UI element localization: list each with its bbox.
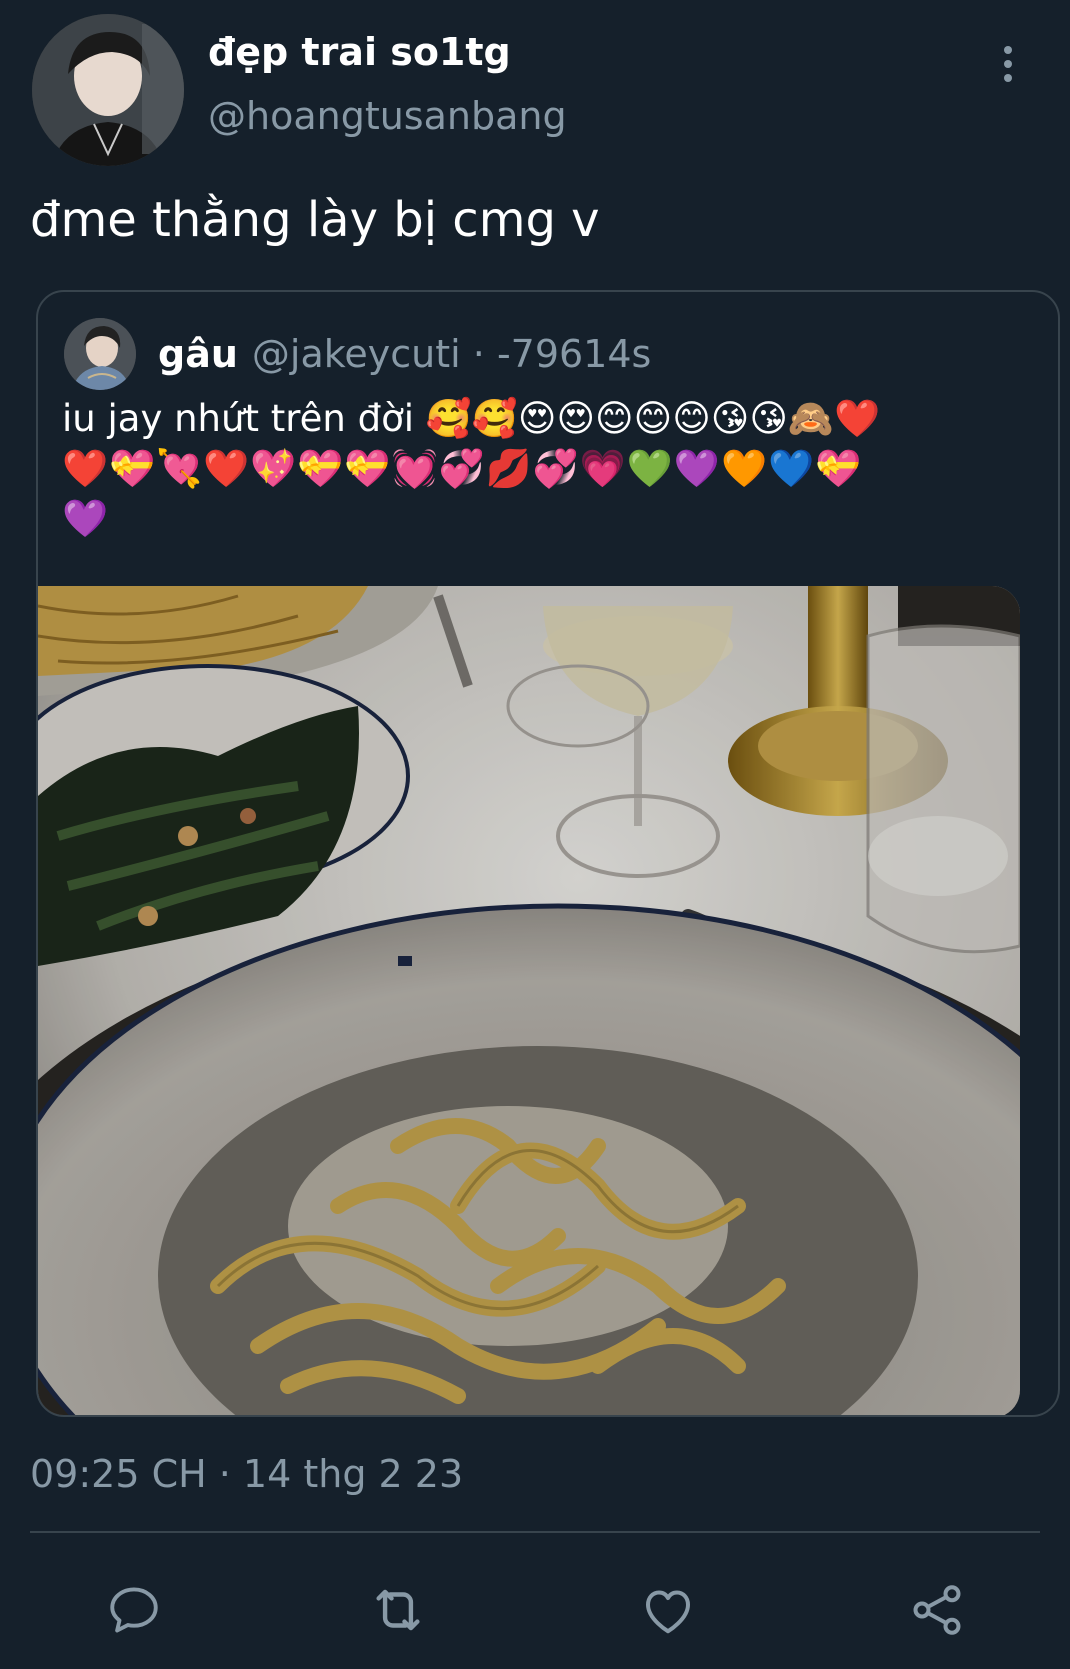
quoted-text-line-1: iu jay nhứt trên đời 🥰🥰😍😍😊😊😊😘😘🙈❤️ — [62, 397, 881, 440]
reply-icon — [110, 1587, 158, 1633]
heart-icon — [646, 1590, 690, 1634]
more-vertical-icon-dot — [1004, 60, 1012, 68]
quoted-tweet-header: gâu @jakeycuti · -79614s — [158, 332, 651, 376]
more-options-button[interactable] — [990, 40, 1026, 88]
quoted-avatar-image — [64, 318, 136, 390]
quoted-text-line-3: 💜 — [62, 497, 110, 540]
tweet-header: đẹp trai so1tg @hoangtusanbang — [0, 0, 1070, 180]
author-handle[interactable]: @hoangtusanbang — [208, 94, 567, 138]
quoted-text-line-2: ❤️💝💘❤️💖💝💝💓💞💋💞💗💚💜🧡💙💝 — [62, 447, 863, 490]
like-button[interactable] — [636, 1578, 700, 1642]
author-avatar[interactable] — [32, 14, 184, 166]
retweet-button[interactable] — [366, 1578, 430, 1642]
tweet-actions-bar — [0, 1560, 1070, 1650]
actions-divider — [30, 1531, 1040, 1533]
more-vertical-icon-dot — [1004, 74, 1012, 82]
quoted-tweet-card[interactable]: gâu @jakeycuti · -79614s iu jay nhứt trên… — [36, 290, 1060, 1417]
quoted-display-name: gâu — [158, 332, 238, 376]
quoted-tweet-photo[interactable] — [38, 586, 1020, 1415]
author-avatar-image — [32, 14, 184, 166]
more-vertical-icon — [1004, 46, 1012, 54]
quoted-handle: @jakeycuti · -79614s — [251, 332, 652, 376]
author-display-name[interactable]: đẹp trai so1tg — [208, 30, 511, 74]
reply-button[interactable] — [102, 1578, 166, 1642]
tweet-timestamp[interactable]: 09:25 CH · 14 thg 2 23 — [30, 1452, 463, 1496]
quoted-author-avatar — [64, 318, 136, 390]
pasta-dinner-photo — [38, 586, 1020, 1415]
retweet-icon — [376, 1589, 420, 1631]
share-icon — [913, 1585, 961, 1635]
share-button[interactable] — [905, 1578, 969, 1642]
tweet-text: đme thằng lày bị cmg v — [30, 192, 600, 248]
quoted-tweet-text: iu jay nhứt trên đời 🥰🥰😍😍😊😊😊😘😘🙈❤️ ❤️💝💘❤️… — [62, 394, 1022, 544]
